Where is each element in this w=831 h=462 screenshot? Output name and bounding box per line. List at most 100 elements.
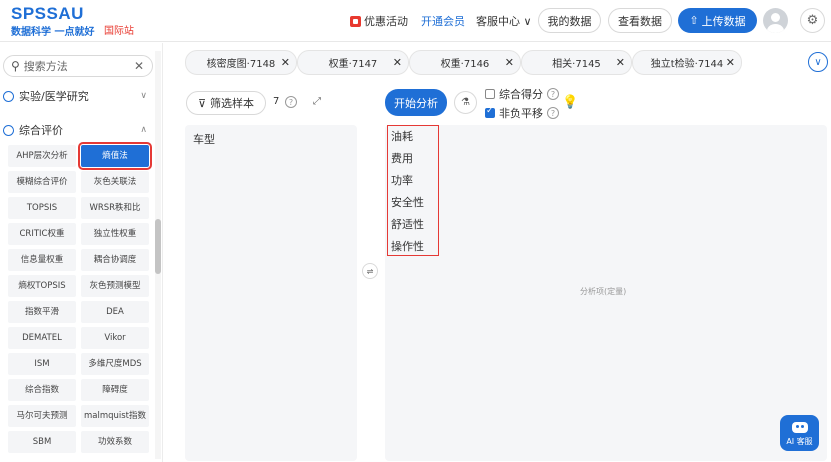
method-item[interactable]: ISM: [8, 353, 76, 375]
analysis-item[interactable]: 费用: [391, 150, 413, 166]
sidebar-scroll-thumb[interactable]: [155, 219, 161, 274]
service-center-menu[interactable]: 客服中心 ∨: [476, 13, 532, 29]
vip-link[interactable]: 开通会员: [421, 13, 465, 29]
analysis-item[interactable]: 操作性: [391, 238, 424, 254]
robot-icon: [791, 422, 808, 433]
tab-weight-7146[interactable]: 权重·7146 ✕: [409, 50, 521, 75]
help-icon[interactable]: ?: [547, 88, 559, 100]
close-icon[interactable]: ✕: [726, 56, 735, 69]
method-item[interactable]: AHP层次分析: [8, 145, 76, 167]
filter-icon: ⊽: [197, 96, 207, 110]
logo[interactable]: SPSSAU: [11, 4, 84, 24]
method-item[interactable]: DEMATEL: [8, 327, 76, 349]
tab-label: 独立t检验·7144: [650, 59, 724, 70]
method-item[interactable]: malmquist指数: [81, 405, 149, 427]
method-item[interactable]: DEA: [81, 301, 149, 323]
option-composite-score[interactable]: 综合得分 ?: [485, 86, 559, 102]
method-item[interactable]: 障碍度: [81, 379, 149, 401]
upload-icon: ⇧: [689, 14, 699, 27]
filter-label: 筛选样本: [210, 97, 255, 110]
nonneg-shift-checkbox[interactable]: [485, 106, 495, 118]
help-icon[interactable]: ?: [285, 96, 297, 108]
filter-sample-button[interactable]: ⊽ 筛选样本: [186, 91, 266, 115]
category-evaluation[interactable]: 综合评价 ∧: [3, 120, 151, 140]
method-item[interactable]: 综合指数: [8, 379, 76, 401]
method-item[interactable]: 模糊综合评价: [8, 171, 76, 193]
close-icon[interactable]: ✕: [616, 56, 625, 69]
category-experiment[interactable]: 实验/医学研究 ∨: [3, 86, 151, 106]
start-analysis-button[interactable]: 开始分析: [385, 89, 447, 116]
method-sidebar: ⚲ ✕ 实验/医学研究 ∨ 综合评价 ∧ AHP层次分析 熵值法 模糊综合评价 …: [0, 43, 163, 462]
heart-icon: [3, 90, 14, 102]
tab-ttest[interactable]: 独立t检验·7144 ✕: [632, 50, 742, 75]
help-icon[interactable]: ?: [547, 107, 559, 119]
method-item[interactable]: CRITIC权重: [8, 223, 76, 245]
analysis-item[interactable]: 舒适性: [391, 216, 424, 232]
method-search[interactable]: ⚲ ✕: [3, 55, 153, 77]
gift-icon: [350, 15, 361, 27]
top-header: SPSSAU 数据科学 一点就好 国际站 优惠活动 开通会员 客服中心 ∨ 我的…: [0, 0, 831, 42]
ai-service-label: AI 客服: [786, 437, 813, 446]
method-item[interactable]: SBM: [8, 431, 76, 453]
method-item-active[interactable]: 熵值法: [78, 142, 152, 170]
chevron-down-icon: ∨: [523, 15, 532, 28]
method-item[interactable]: Vikor: [81, 327, 149, 349]
expand-icon[interactable]: ⤢: [313, 96, 321, 107]
chevron-down-icon[interactable]: ∨: [808, 52, 828, 72]
analysis-placeholder: 分析项(定量): [580, 287, 627, 296]
tab-label: 相关·7145: [552, 59, 601, 70]
tab-weight-7147[interactable]: 权重·7147 ✕: [297, 50, 409, 75]
analysis-item[interactable]: 功率: [391, 172, 413, 188]
method-item[interactable]: TOPSIS: [8, 197, 76, 219]
method-item[interactable]: 灰色关联法: [81, 171, 149, 193]
tab-label: 权重·7146: [440, 59, 490, 70]
option-nonneg-shift[interactable]: 非负平移 ?: [485, 105, 559, 121]
composite-score-checkbox[interactable]: [485, 89, 495, 99]
method-item[interactable]: 独立性权重: [81, 223, 149, 245]
intl-site-link[interactable]: 国际站: [104, 22, 134, 37]
lightbulb-icon[interactable]: 💡: [562, 95, 578, 110]
close-icon[interactable]: ✕: [134, 59, 144, 73]
upload-data-button[interactable]: ⇧ 上传数据: [678, 8, 757, 33]
method-item[interactable]: 多维尺度MDS: [81, 353, 149, 375]
option-label: 综合得分: [499, 88, 543, 101]
pie-chart-icon: [3, 124, 14, 136]
analysis-item[interactable]: 安全性: [391, 194, 424, 210]
close-icon[interactable]: ✕: [505, 56, 514, 69]
ai-service-button[interactable]: AI 客服: [780, 415, 819, 451]
close-icon[interactable]: ✕: [393, 56, 402, 69]
category-label: 综合评价: [19, 124, 63, 137]
method-item[interactable]: 熵权TOPSIS: [8, 275, 76, 297]
method-item[interactable]: WRSR秩和比: [81, 197, 149, 219]
close-icon[interactable]: ✕: [281, 56, 290, 69]
sample-count: 7: [273, 96, 280, 107]
flask-icon[interactable]: ⚗: [454, 91, 477, 114]
gear-icon[interactable]: ⚙: [800, 8, 825, 33]
promo-label: 优惠活动: [364, 15, 408, 28]
variable-item[interactable]: 车型: [193, 131, 215, 147]
tab-label: 核密度图·7148: [206, 59, 276, 70]
tab-kde[interactable]: 核密度图·7148 ✕: [185, 50, 297, 75]
method-item[interactable]: 信息量权重: [8, 249, 76, 271]
method-item[interactable]: 指数平滑: [8, 301, 76, 323]
upload-label: 上传数据: [701, 14, 746, 28]
my-data-button[interactable]: 我的数据: [538, 8, 601, 33]
swap-icon[interactable]: ⇌: [362, 263, 378, 279]
method-item[interactable]: 马尔可夫预测: [8, 405, 76, 427]
view-data-button[interactable]: 查看数据: [608, 8, 672, 33]
analysis-tabs: 核密度图·7148 ✕ 权重·7147 ✕ 权重·7146 ✕ 相关·7145 …: [177, 50, 742, 76]
selected-analysis-items: 油耗 费用 功率 安全性 舒适性 操作性: [387, 125, 439, 256]
analysis-item[interactable]: 油耗: [391, 128, 413, 144]
chevron-up-icon: ∧: [140, 125, 147, 135]
method-item[interactable]: 功效系数: [81, 431, 149, 453]
chevron-down-icon: ∨: [140, 91, 147, 101]
method-item[interactable]: 灰色预测模型: [81, 275, 149, 297]
category-label: 实验/医学研究: [19, 90, 89, 103]
avatar[interactable]: [763, 8, 788, 33]
search-icon: ⚲: [11, 59, 20, 73]
logo-slogan: 数据科学 一点就好: [11, 27, 95, 38]
promo-link[interactable]: 优惠活动: [350, 13, 408, 29]
search-input[interactable]: [23, 59, 134, 73]
tab-correlation[interactable]: 相关·7145 ✕: [521, 50, 632, 75]
method-item[interactable]: 耦合协调度: [81, 249, 149, 271]
